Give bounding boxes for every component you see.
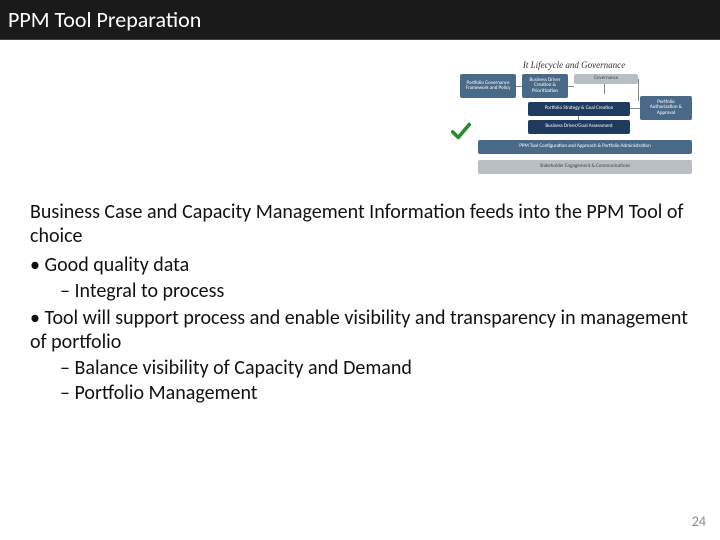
bullet-item: • Tool will support process and enable v… xyxy=(30,306,694,355)
diagram-box-stakeholder: Stakeholder Engagement & Communications xyxy=(478,160,692,174)
diagram-box-assessment: Business Driver/Goal Assessment xyxy=(528,120,630,134)
diagram-box-ppm-config: PPM Tool Configuration and Approach & Po… xyxy=(478,140,692,154)
bullet-item: • Good quality data xyxy=(30,253,694,277)
diagram-box-authorization: Portfolio Authorization & Approval xyxy=(640,96,692,120)
diagram-connector xyxy=(568,86,574,87)
sub-bullet-group: – Balance visibility of Capacity and Dem… xyxy=(60,356,694,405)
page-number: 24 xyxy=(692,513,706,530)
diagram-box-governance-framework: Portfolio Governance Framework and Polic… xyxy=(460,74,516,98)
diagram-header: It Lifecycle and Governance xyxy=(454,60,694,70)
sub-bullet-text: Integral to process xyxy=(74,279,224,303)
title-bar: PPM Tool Preparation xyxy=(0,0,720,40)
sub-bullet-text: Balance visibility of Capacity and Deman… xyxy=(74,356,411,380)
sub-bullet-item: – Balance visibility of Capacity and Dem… xyxy=(60,356,694,380)
intro-text: Business Case and Capacity Management In… xyxy=(30,200,694,249)
sub-bullet-item: – Integral to process xyxy=(60,279,694,303)
bullet-text: Good quality data xyxy=(44,253,189,277)
diagram-box-business-driver: Business Driver Creation & Prioritizatio… xyxy=(522,74,568,98)
checkmark-icon xyxy=(450,120,472,142)
diagram-connector xyxy=(630,108,640,109)
diagram-connector xyxy=(578,116,579,120)
diagram-connector xyxy=(604,84,605,94)
sub-bullet-item: – Portfolio Management xyxy=(60,381,694,405)
diagram-box-strategy: Portfolio Strategy & Goal Creation xyxy=(528,102,630,116)
sub-bullet-text: Portfolio Management xyxy=(74,381,257,405)
diagram-connector xyxy=(638,79,639,101)
diagram-connector xyxy=(516,86,522,87)
diagram-body: Portfolio Governance Framework and Polic… xyxy=(454,74,694,184)
slide-title: PPM Tool Preparation xyxy=(8,6,201,33)
slide-body: Business Case and Capacity Management In… xyxy=(30,200,694,407)
bullet-text: Tool will support process and enable vis… xyxy=(30,306,688,354)
governance-diagram: It Lifecycle and Governance Portfolio Go… xyxy=(454,60,694,186)
diagram-box-governance: Governance xyxy=(574,74,638,84)
sub-bullet-group: – Integral to process xyxy=(60,279,694,303)
